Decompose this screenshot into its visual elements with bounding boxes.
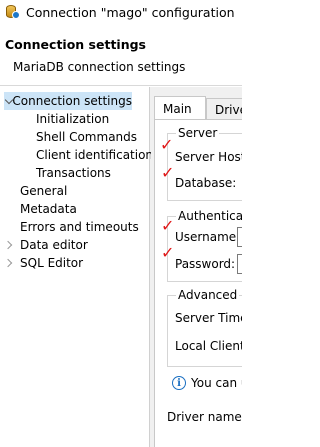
server-group: Server <box>167 126 242 201</box>
tree-item-label: Metadata <box>20 202 77 216</box>
chevron-down-icon[interactable] <box>4 96 6 106</box>
server-time-label: Server Time <box>175 311 242 325</box>
tree-item-label: Client identification <box>36 148 154 162</box>
username-label: Username: <box>175 230 241 244</box>
driver-name-label: Driver name: <box>167 410 242 424</box>
tree-item-label: General <box>20 184 68 198</box>
password-label: Password: <box>175 257 236 271</box>
tree-item-shell-commands[interactable]: Shell Commands <box>36 128 137 146</box>
chevron-right-icon[interactable] <box>4 240 14 250</box>
title-bar: Connection "mago" configuration <box>0 0 242 24</box>
info-text: You can u <box>191 376 242 390</box>
tree-item-transactions[interactable]: Transactions <box>36 164 111 182</box>
annotation-check-mark: ✓ <box>161 216 175 235</box>
local-client-label: Local Client: <box>175 339 242 353</box>
tree-item-label: Connection settings <box>12 94 132 108</box>
tab-main[interactable]: Main <box>154 96 206 120</box>
tree-item-metadata[interactable]: Metadata <box>20 200 77 218</box>
tree-item-connection-settings[interactable]: Connection settings <box>4 92 132 110</box>
username-input[interactable] <box>237 227 242 247</box>
authentication-group-title: Authenticatio <box>176 209 242 223</box>
authentication-group: Authenticatio <box>167 209 242 282</box>
settings-tree: Connection settings Initialization Shell… <box>0 87 153 447</box>
tree-item-label: Data editor <box>20 238 88 252</box>
info-icon: i <box>172 376 186 390</box>
tree-item-label: Shell Commands <box>36 130 138 144</box>
database-label: Database: <box>175 176 237 190</box>
annotation-check-mark: ✓ <box>161 243 175 262</box>
main-tab-content: Server ✓ Server Host: ✓ Database: Authen… <box>154 119 242 447</box>
tree-item-label: Initialization <box>36 112 110 126</box>
tree-item-label: Transactions <box>36 166 111 180</box>
password-input[interactable] <box>237 254 242 274</box>
tree-item-data-editor[interactable]: Data editor <box>4 236 88 254</box>
annotation-check-mark: ✓ <box>160 135 174 154</box>
tab-driver-label: Drive <box>215 102 242 117</box>
dbeaver-database-icon <box>4 4 20 20</box>
page-header: Connection settings MariaDB connection s… <box>0 24 242 86</box>
settings-pane: Main Drive Server ✓ Server Host: ✓ Datab… <box>151 87 242 447</box>
chevron-right-icon[interactable] <box>4 258 14 268</box>
annotation-check-mark: ✓ <box>161 163 175 182</box>
tree-item-label: SQL Editor <box>20 256 84 270</box>
tab-bar: Main Drive <box>154 96 242 120</box>
page-title: Connection settings <box>5 37 146 52</box>
tree-item-client-identification[interactable]: Client identification <box>36 146 153 164</box>
tree-item-label: Errors and timeouts <box>20 220 139 234</box>
tree-item-general[interactable]: General <box>20 182 67 200</box>
window-title: Connection "mago" configuration <box>26 4 235 20</box>
dialog-body: Connection settings Initialization Shell… <box>0 87 242 447</box>
tree-item-initialization[interactable]: Initialization <box>36 110 109 128</box>
server-group-title: Server <box>176 126 220 140</box>
server-host-label: Server Host: <box>175 150 242 164</box>
tree-item-sql-editor[interactable]: SQL Editor <box>4 254 83 272</box>
tab-driver[interactable]: Drive <box>206 98 242 120</box>
advanced-group-title: Advanced <box>176 288 240 302</box>
advanced-group: Advanced <box>167 288 242 367</box>
tree-item-errors-and-timeouts[interactable]: Errors and timeouts <box>20 218 139 236</box>
tab-main-label: Main <box>163 101 192 116</box>
page-description: MariaDB connection settings <box>13 60 186 74</box>
